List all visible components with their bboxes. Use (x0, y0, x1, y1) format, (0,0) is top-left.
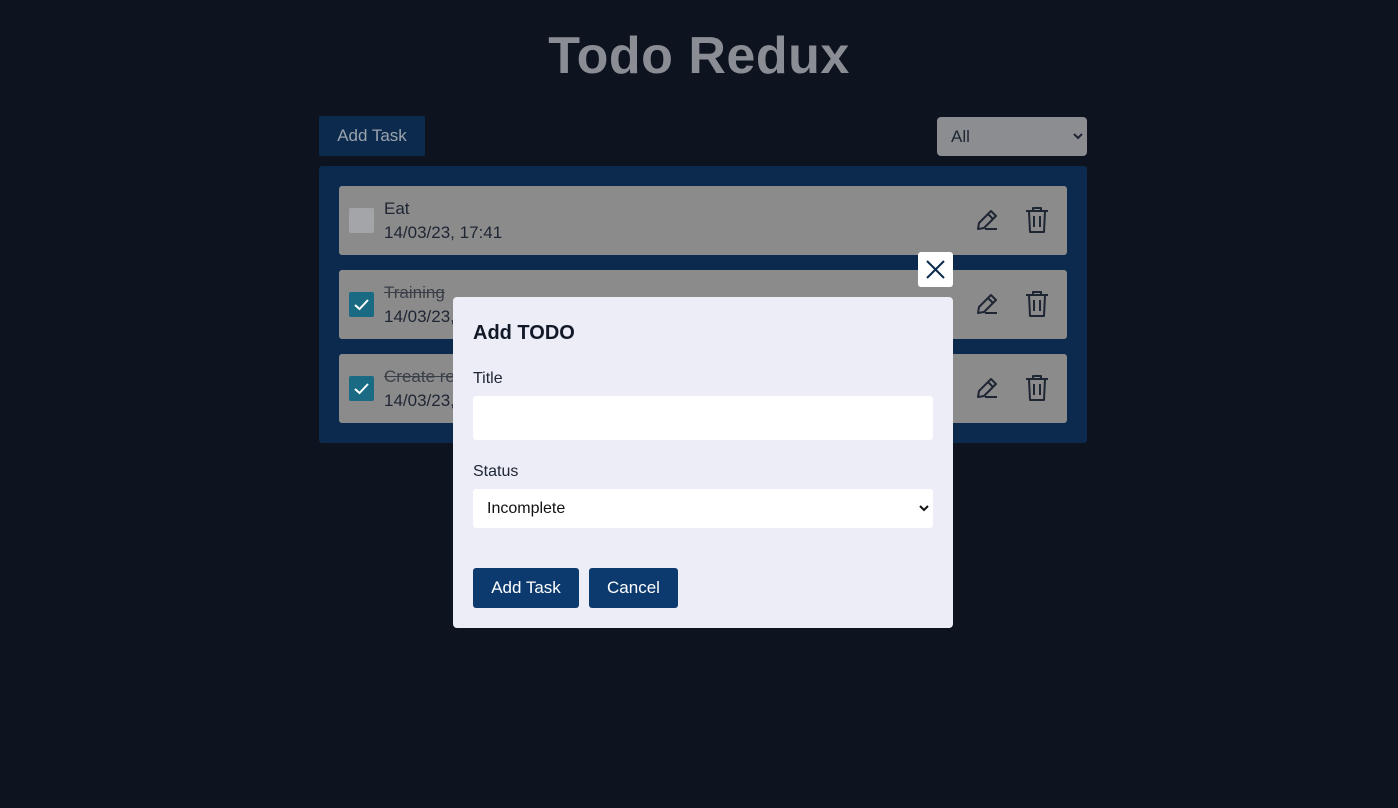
pencil-icon[interactable] (973, 206, 1001, 234)
check-icon (354, 299, 369, 311)
status-select[interactable]: Incomplete (473, 489, 933, 528)
modal-heading: Add TODO (473, 322, 575, 344)
app-root: Todo Redux Add Task All Eat 14/03/23, 17… (0, 0, 1398, 808)
todo-time: 14/03/23, (384, 307, 455, 326)
todo-time: 14/03/23, (384, 391, 455, 410)
todo-title: Eat (384, 199, 410, 218)
trash-icon[interactable] (1024, 374, 1050, 402)
todo-checkbox[interactable] (349, 292, 374, 317)
filter-select-value: All (951, 127, 970, 146)
status-select-value: Incomplete (487, 500, 566, 517)
add-todo-modal: Add TODO Title Status Incomplete Add Tas… (453, 297, 953, 628)
todo-item: Eat 14/03/23, 17:41 (339, 186, 1067, 255)
todo-title: Training (384, 283, 445, 302)
cancel-button[interactable]: Cancel (589, 568, 678, 608)
chevron-down-icon (1073, 133, 1083, 140)
add-task-submit-button[interactable]: Add Task (473, 568, 579, 608)
modal-close-button[interactable] (918, 252, 953, 287)
page-title: Todo Redux (548, 27, 850, 85)
title-input[interactable] (473, 396, 933, 440)
trash-icon[interactable] (1024, 290, 1050, 318)
trash-icon[interactable] (1024, 206, 1050, 234)
status-label: Status (473, 463, 519, 480)
todo-checkbox[interactable] (349, 376, 374, 401)
add-task-button[interactable]: Add Task (319, 116, 425, 156)
check-icon (354, 383, 369, 395)
pencil-icon[interactable] (973, 374, 1001, 402)
close-icon (926, 260, 945, 279)
filter-select[interactable]: All (937, 117, 1087, 156)
pencil-icon[interactable] (973, 290, 1001, 318)
title-label: Title (473, 370, 503, 387)
todo-title: Create re (384, 367, 455, 386)
todo-checkbox[interactable] (349, 208, 374, 233)
todo-time: 14/03/23, 17:41 (384, 223, 503, 242)
chevron-down-icon (919, 505, 929, 512)
